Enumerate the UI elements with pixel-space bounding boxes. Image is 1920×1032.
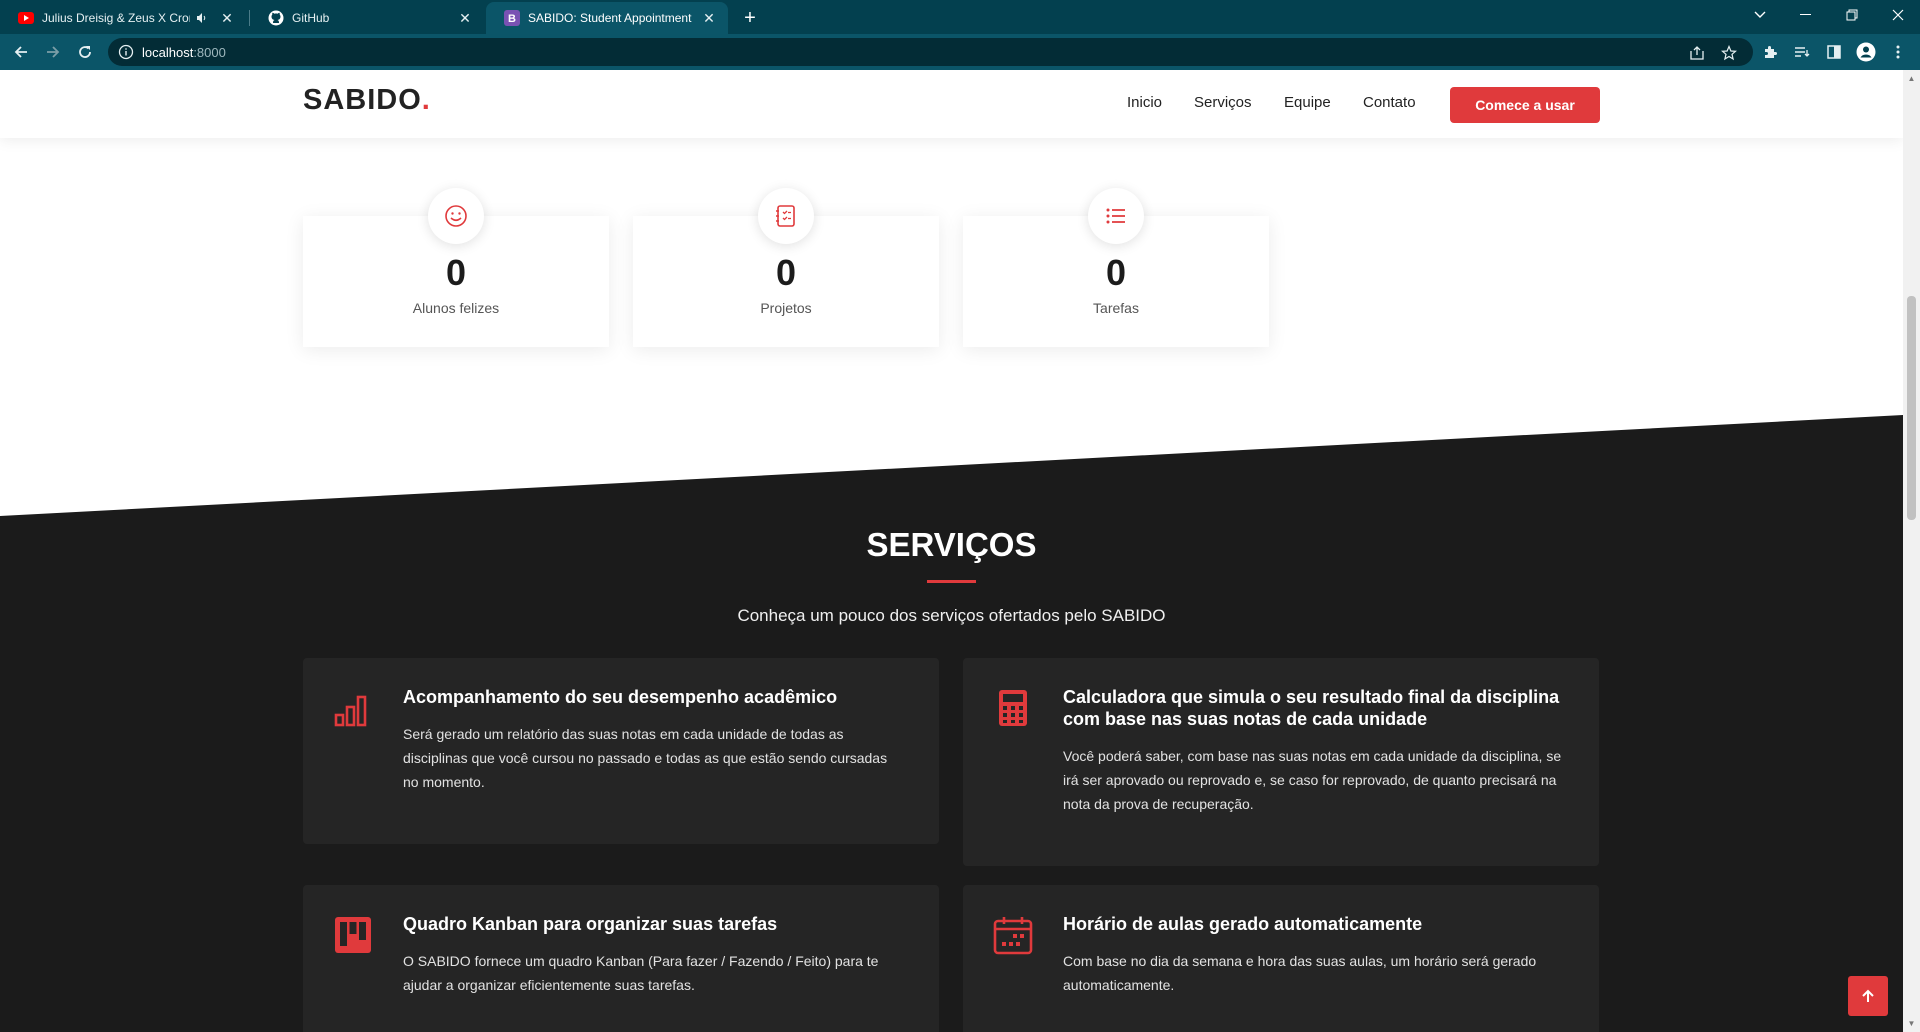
service-card-calculator: Calculadora que simula o seu resultado f… bbox=[963, 658, 1599, 866]
nav-link-inicio[interactable]: Inicio bbox=[1127, 94, 1162, 111]
service-card-performance: Acompanhamento do seu desempenho acadêmi… bbox=[303, 658, 939, 844]
forward-button[interactable] bbox=[40, 39, 66, 65]
tab-youtube[interactable]: Julius Dreisig & Zeus X Crona ✕ bbox=[0, 2, 246, 34]
browser-toolbar: localhost:8000 bbox=[0, 34, 1920, 70]
nav-link-equipe[interactable]: Equipe bbox=[1284, 94, 1331, 111]
counter-card-students: 0 Alunos felizes bbox=[303, 188, 609, 347]
minimize-icon bbox=[1800, 14, 1811, 15]
scroll-down-arrow[interactable]: ▼ bbox=[1907, 1019, 1916, 1028]
counter-card-projects: 0 Projetos bbox=[633, 188, 939, 347]
page-scrollbar[interactable]: ▲ ▼ bbox=[1903, 70, 1920, 1032]
reload-button[interactable] bbox=[72, 39, 98, 65]
kanban-icon bbox=[331, 913, 375, 957]
info-icon[interactable] bbox=[118, 44, 134, 60]
share-icon[interactable] bbox=[1688, 44, 1706, 62]
service-description: O SABIDO fornece um quadro Kanban (Para … bbox=[403, 953, 879, 993]
close-icon bbox=[1892, 9, 1904, 21]
close-icon[interactable]: ✕ bbox=[218, 9, 236, 27]
bar-chart-icon bbox=[331, 686, 375, 730]
calculator-icon bbox=[991, 686, 1035, 730]
service-description: Você poderá saber, com base nas suas not… bbox=[1063, 748, 1562, 812]
arrow-right-icon bbox=[47, 46, 60, 58]
service-description: Será gerado um relatório das suas notas … bbox=[403, 726, 888, 790]
tab-title: Julius Dreisig & Zeus X Crona bbox=[42, 11, 190, 25]
service-title: Horário de aulas gerado automaticamente bbox=[1063, 914, 1423, 934]
address-bar[interactable]: localhost:8000 bbox=[108, 38, 1753, 66]
back-button[interactable] bbox=[8, 39, 34, 65]
services-subtitle: Conheça um pouco dos serviços ofertados … bbox=[737, 606, 1166, 625]
list-icon bbox=[1088, 188, 1144, 244]
url-port: :8000 bbox=[193, 44, 226, 60]
service-card-schedule: Horário de aulas gerado automaticamente … bbox=[963, 885, 1599, 1032]
journal-icon bbox=[758, 188, 814, 244]
extensions-icon[interactable] bbox=[1757, 39, 1783, 65]
counter-value: 0 bbox=[1105, 252, 1127, 293]
page-viewport: SABIDO. Inicio Serviços Equipe Contato C… bbox=[0, 70, 1903, 1032]
counter-label: Tarefas bbox=[1093, 300, 1139, 316]
reading-list-icon[interactable] bbox=[1789, 39, 1815, 65]
star-icon[interactable] bbox=[1720, 44, 1738, 62]
url-host: localhost bbox=[142, 44, 194, 60]
calendar-icon bbox=[991, 913, 1035, 957]
speaker-icon[interactable] bbox=[194, 10, 210, 26]
counter-label: Projetos bbox=[760, 300, 812, 316]
side-panel-icon[interactable] bbox=[1821, 39, 1847, 65]
site-header: SABIDO. Inicio Serviços Equipe Contato C… bbox=[0, 70, 1903, 138]
service-card-kanban: Quadro Kanban para organizar suas tarefa… bbox=[303, 885, 939, 1032]
close-icon[interactable]: ✕ bbox=[700, 9, 718, 27]
site-logo[interactable]: SABIDO. bbox=[303, 84, 431, 117]
service-description: Com base no dia da semana e hora das sua… bbox=[1063, 953, 1537, 993]
get-started-button[interactable]: Comece a usar bbox=[1450, 87, 1600, 123]
scrollbar-thumb[interactable] bbox=[1907, 296, 1916, 520]
close-icon[interactable]: ✕ bbox=[456, 9, 474, 27]
minimize-button[interactable] bbox=[1783, 0, 1829, 30]
tab-sabido[interactable]: B SABIDO: Student Appointment B ✕ bbox=[486, 2, 728, 34]
title-underline bbox=[927, 580, 976, 583]
arrow-left-icon bbox=[14, 46, 27, 58]
back-to-top-button[interactable] bbox=[1848, 976, 1888, 1016]
tab-title: GitHub bbox=[292, 11, 330, 25]
youtube-icon bbox=[18, 10, 34, 26]
restore-icon bbox=[1846, 9, 1858, 21]
reload-icon bbox=[79, 46, 91, 58]
smiley-icon bbox=[428, 188, 484, 244]
bootstrap-icon: B bbox=[504, 10, 520, 26]
scroll-up-arrow[interactable]: ▲ bbox=[1907, 74, 1916, 83]
service-title: Calculadora que simula o seu resultado f… bbox=[1063, 687, 1560, 729]
profile-icon[interactable] bbox=[1853, 39, 1879, 65]
restore-button[interactable] bbox=[1829, 0, 1875, 30]
counter-card-tasks: 0 Tarefas bbox=[963, 188, 1269, 347]
tab-search-button[interactable] bbox=[1737, 0, 1783, 30]
new-tab-button[interactable]: + bbox=[736, 4, 764, 32]
service-title: Quadro Kanban para organizar suas tarefa… bbox=[403, 914, 778, 934]
github-icon bbox=[268, 10, 284, 26]
counter-label: Alunos felizes bbox=[412, 300, 500, 316]
tab-title: SABIDO: Student Appointment B bbox=[528, 11, 694, 25]
counter-value: 0 bbox=[775, 252, 797, 293]
tab-github[interactable]: GitHub ✕ bbox=[250, 2, 484, 34]
services-title: SERVIÇOS bbox=[866, 526, 1037, 563]
svg-text:B: B bbox=[508, 13, 516, 25]
nav-link-contato[interactable]: Contato bbox=[1363, 94, 1416, 111]
close-window-button[interactable] bbox=[1875, 0, 1920, 30]
nav-link-servicos[interactable]: Serviços bbox=[1194, 94, 1252, 111]
arrow-up-icon bbox=[1862, 989, 1874, 1002]
menu-icon[interactable] bbox=[1885, 39, 1911, 65]
chevron-down-icon bbox=[1754, 11, 1766, 18]
service-title: Acompanhamento do seu desempenho acadêmi… bbox=[403, 687, 838, 707]
counter-value: 0 bbox=[445, 252, 467, 293]
browser-tab-bar: Julius Dreisig & Zeus X Crona ✕ GitHub ✕… bbox=[0, 0, 1920, 34]
